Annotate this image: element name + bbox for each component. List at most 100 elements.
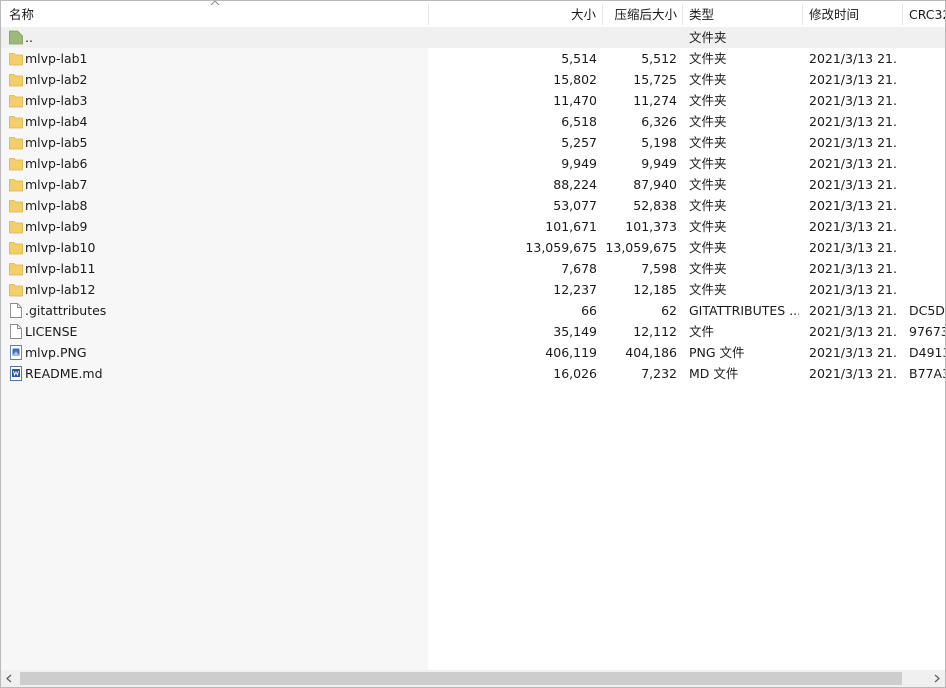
- row-crc32: [909, 237, 945, 258]
- row-name: mlvp-lab5: [25, 135, 88, 150]
- file-list-row[interactable]: mlvp-lab12 12,237 12,185 文件夹 2021/3/13 21...: [1, 279, 945, 300]
- row-size: 7,678: [561, 261, 597, 276]
- horizontal-scrollbar[interactable]: [1, 670, 945, 687]
- row-type: 文件夹: [689, 177, 727, 192]
- row-name: mlvp-lab12: [25, 282, 96, 297]
- row-packed-size: 5,198: [641, 135, 677, 150]
- row-name: LICENSE: [25, 324, 78, 339]
- file-list-row[interactable]: mlvp-lab3 11,470 11,274 文件夹 2021/3/13 21...: [1, 90, 945, 111]
- file-list-row[interactable]: mlvp-lab4 6,518 6,326 文件夹 2021/3/13 21...: [1, 111, 945, 132]
- column-header-size[interactable]: 大小: [429, 1, 602, 27]
- row-size: 15,802: [553, 72, 597, 87]
- row-crc32: [909, 132, 945, 153]
- row-modified: 2021/3/13 21...: [809, 93, 897, 108]
- folder-icon: [9, 240, 23, 255]
- row-crc32: DC5DE: [909, 303, 945, 318]
- sort-ascending-icon: [210, 1, 220, 6]
- row-name: mlvp.PNG: [25, 345, 87, 360]
- row-name: mlvp-lab11: [25, 261, 96, 276]
- folder-icon: [9, 93, 23, 108]
- file-list-row[interactable]: mlvp-lab11 7,678 7,598 文件夹 2021/3/13 21...: [1, 258, 945, 279]
- row-modified: 2021/3/13 21...: [809, 114, 897, 129]
- row-crc32: [909, 258, 945, 279]
- row-packed-size: 52,838: [633, 198, 677, 213]
- file-icon: [9, 324, 23, 339]
- row-name: .gitattributes: [25, 303, 107, 318]
- file-list-row[interactable]: mlvp-lab1 5,514 5,512 文件夹 2021/3/13 21...: [1, 48, 945, 69]
- parent-folder-icon: [9, 30, 23, 45]
- row-size: 101,671: [545, 219, 597, 234]
- row-modified: 2021/3/13 21...: [809, 135, 897, 150]
- file-list-row[interactable]: LICENSE 35,149 12,112 文件 2021/3/13 21... 9767…: [1, 321, 945, 342]
- row-size: 9,949: [561, 156, 597, 171]
- scroll-left-arrow-icon[interactable]: [1, 670, 18, 687]
- row-type: 文件夹: [689, 72, 727, 87]
- folder-icon: [9, 261, 23, 276]
- row-packed-size: 12,112: [633, 324, 677, 339]
- file-list-row[interactable]: mlvp-lab6 9,949 9,949 文件夹 2021/3/13 21...: [1, 153, 945, 174]
- row-crc32: [909, 69, 945, 90]
- row-name: mlvp-lab2: [25, 72, 88, 87]
- row-packed-size: 12,185: [633, 282, 677, 297]
- parent-directory-row[interactable]: .. 文件夹: [1, 27, 945, 48]
- document-file-icon: [9, 366, 23, 381]
- scroll-right-arrow-icon[interactable]: [928, 670, 945, 687]
- row-type: MD 文件: [689, 366, 739, 381]
- file-list-row[interactable]: mlvp-lab8 53,077 52,838 文件夹 2021/3/13 21...: [1, 195, 945, 216]
- row-crc32: [909, 111, 945, 132]
- row-crc32: [909, 174, 945, 195]
- row-type: PNG 文件: [689, 345, 745, 360]
- row-packed-size: 6,326: [641, 114, 677, 129]
- row-modified: 2021/3/13 21...: [809, 240, 897, 255]
- row-type: 文件夹: [689, 240, 727, 255]
- row-packed-size: 9,949: [641, 156, 677, 171]
- column-header-type[interactable]: 类型: [683, 1, 802, 27]
- folder-icon: [9, 282, 23, 297]
- file-list-row[interactable]: mlvp-lab9 101,671 101,373 文件夹 2021/3/13 21..…: [1, 216, 945, 237]
- row-size: 5,257: [561, 135, 597, 150]
- row-name: mlvp-lab9: [25, 219, 88, 234]
- row-size: 11,470: [553, 93, 597, 108]
- file-icon: [9, 303, 23, 318]
- row-name: ..: [25, 30, 33, 45]
- row-packed-size: 15,725: [633, 72, 677, 87]
- row-modified: 2021/3/13 21...: [809, 303, 897, 318]
- file-list-row[interactable]: mlvp-lab2 15,802 15,725 文件夹 2021/3/13 21...: [1, 69, 945, 90]
- row-type: GITATTRIBUTES ...: [689, 303, 799, 318]
- row-modified: 2021/3/13 21...: [809, 177, 897, 192]
- scrollbar-thumb[interactable]: [20, 672, 902, 685]
- column-header-modified[interactable]: 修改时间: [803, 1, 902, 27]
- image-file-icon: [9, 345, 23, 360]
- column-header-crc32[interactable]: CRC32: [903, 1, 945, 27]
- archive-file-list-window: 名称 大小 压缩后大小 类型 修改时间 CRC32 .. 文件夹 mlvp-lab1…: [0, 0, 946, 688]
- file-list-row[interactable]: .gitattributes 66 62 GITATTRIBUTES ... 2021/…: [1, 300, 945, 321]
- column-header-packed-size[interactable]: 压缩后大小: [603, 1, 682, 27]
- row-modified: 2021/3/13 21...: [809, 282, 897, 297]
- column-header-bar: 名称 大小 压缩后大小 类型 修改时间 CRC32: [1, 1, 945, 28]
- row-size: 406,119: [545, 345, 597, 360]
- row-type: 文件夹: [689, 261, 727, 276]
- row-type: 文件夹: [689, 198, 727, 213]
- file-list-row[interactable]: mlvp.PNG 406,119 404,186 PNG 文件 2021/3/13 21…: [1, 342, 945, 363]
- row-type: 文件夹: [689, 114, 727, 129]
- row-crc32: D4913: [909, 345, 945, 360]
- row-crc32: B77A3: [909, 366, 945, 381]
- row-modified: 2021/3/13 21...: [809, 261, 897, 276]
- row-type: 文件夹: [689, 135, 727, 150]
- file-list-row[interactable]: README.md 16,026 7,232 MD 文件 2021/3/13 21...…: [1, 363, 945, 384]
- row-packed-size: 101,373: [625, 219, 677, 234]
- file-list-row[interactable]: mlvp-lab7 88,224 87,940 文件夹 2021/3/13 21...: [1, 174, 945, 195]
- row-crc32: [909, 153, 945, 174]
- row-name: mlvp-lab8: [25, 198, 88, 213]
- row-name: mlvp-lab7: [25, 177, 88, 192]
- row-packed-size: 5,512: [641, 51, 677, 66]
- file-list-row[interactable]: mlvp-lab5 5,257 5,198 文件夹 2021/3/13 21...: [1, 132, 945, 153]
- row-type: 文件夹: [689, 30, 727, 45]
- folder-icon: [9, 114, 23, 129]
- file-list-row[interactable]: mlvp-lab10 13,059,675 13,059,675 文件夹 2021/3/…: [1, 237, 945, 258]
- row-size: 13,059,675: [525, 240, 597, 255]
- row-packed-size: 87,940: [633, 177, 677, 192]
- file-list: .. 文件夹 mlvp-lab1 5,514 5,512 文件夹 2021/3/13 21.…: [1, 27, 945, 384]
- row-name: mlvp-lab6: [25, 156, 88, 171]
- row-modified: 2021/3/13 21...: [809, 72, 897, 87]
